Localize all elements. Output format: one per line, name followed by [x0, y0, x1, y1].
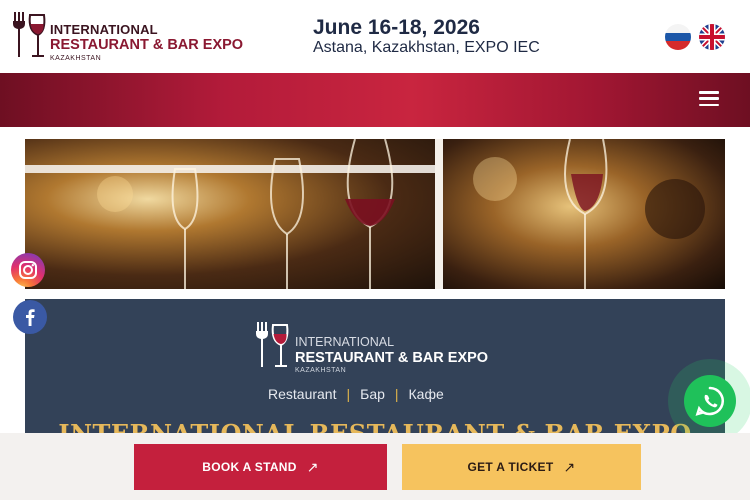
- logo-line-expo-name: RESTAURANT & BAR EXPO: [295, 349, 489, 366]
- event-date: June 16-18, 2026: [313, 16, 480, 39]
- wine-fork-logo-icon: [256, 322, 289, 367]
- sticky-action-bar: BOOK A STAND ↗ GET A TICKET ↗: [0, 433, 750, 500]
- site-header: INTERNATIONAL RESTAURANT & BAR EXPO KAZA…: [0, 0, 750, 73]
- category-bar: Бар: [360, 386, 385, 402]
- hero-banner-image: [25, 139, 725, 289]
- logo-line-international: INTERNATIONAL: [50, 22, 158, 37]
- wine-fork-logo-icon: [13, 12, 46, 57]
- category-list: Restaurant | Бар | Кафе: [268, 386, 444, 402]
- page: INTERNATIONAL RESTAURANT & BAR EXPO KAZA…: [0, 0, 750, 500]
- category-restaurant: Restaurant: [268, 386, 337, 402]
- logo-line-country: KAZAKHSTAN: [50, 54, 102, 62]
- uk-flag-icon[interactable]: [699, 24, 725, 50]
- logo-line-country: KAZAKHSTAN: [295, 367, 347, 374]
- get-ticket-button[interactable]: GET A TICKET ↗: [402, 444, 641, 490]
- glass-silhouettes: [97, 139, 705, 289]
- category-separator: |: [394, 386, 399, 402]
- instagram-icon[interactable]: [11, 253, 45, 287]
- category-cafe: Кафе: [408, 386, 444, 402]
- hamburger-menu-icon[interactable]: [699, 91, 721, 109]
- logo-line-expo-name: RESTAURANT & BAR EXPO: [50, 37, 244, 53]
- arrow-up-right-icon: ↗: [306, 458, 319, 475]
- book-stand-button[interactable]: BOOK A STAND ↗: [134, 444, 387, 490]
- event-location: Astana, Kazakhstan, EXPO IEC: [313, 39, 540, 56]
- logo-line-international: INTERNATIONAL: [295, 335, 395, 349]
- get-ticket-label: GET A TICKET: [467, 460, 554, 474]
- russia-flag-icon[interactable]: [665, 24, 691, 50]
- arrow-up-right-icon: ↗: [563, 458, 576, 475]
- expo-logo-white: INTERNATIONAL RESTAURANT & BAR EXPO KAZA…: [251, 319, 511, 375]
- main-navbar: [0, 73, 750, 127]
- facebook-icon[interactable]: [13, 300, 47, 334]
- book-stand-label: BOOK A STAND: [202, 460, 297, 474]
- expo-logo[interactable]: INTERNATIONAL RESTAURANT & BAR EXPO KAZA…: [8, 9, 253, 65]
- whatsapp-icon[interactable]: [684, 375, 736, 427]
- category-separator: |: [346, 386, 351, 402]
